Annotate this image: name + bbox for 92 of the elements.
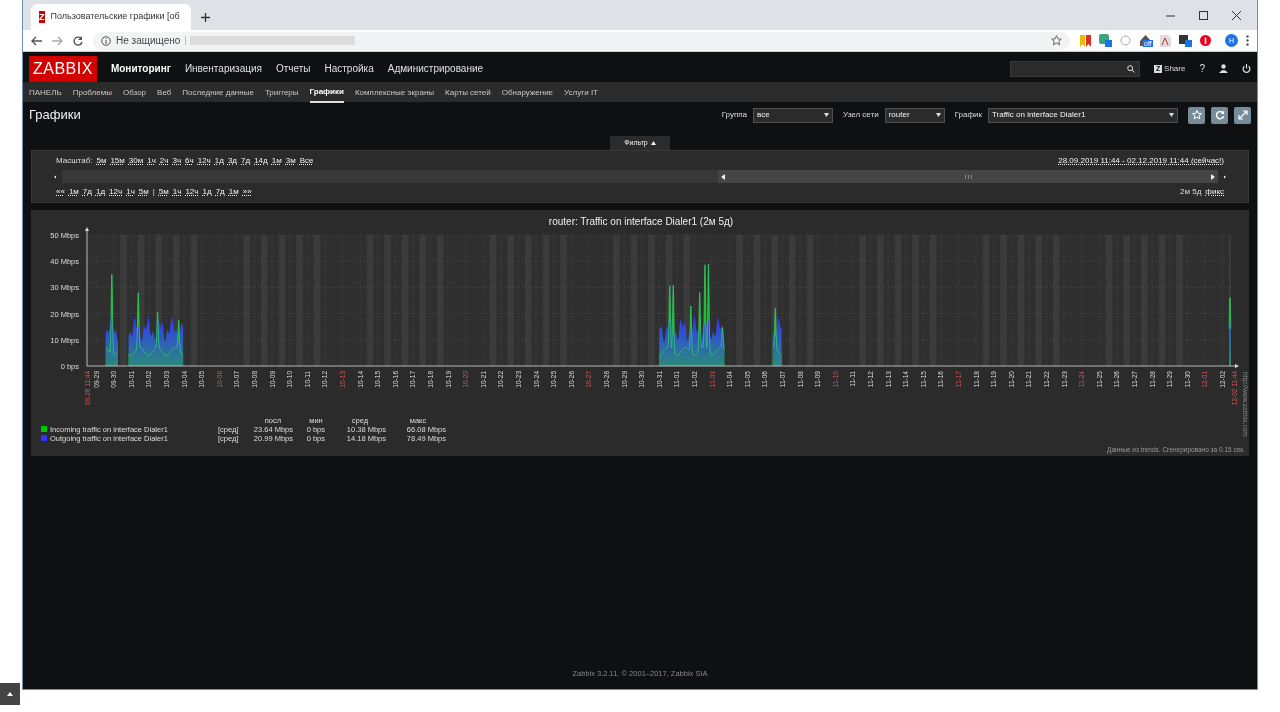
zoom-label: Масштаб: bbox=[56, 155, 93, 167]
back-icon[interactable] bbox=[31, 35, 42, 46]
graph-title: router: Traffic on interface Dialer1 (2м 5д) bbox=[548, 216, 734, 227]
nav-tab[interactable]: Услуги IT bbox=[564, 82, 598, 102]
zoom-link[interactable]: 7д bbox=[241, 155, 251, 167]
extension-icon[interactable] bbox=[1179, 34, 1192, 47]
period-forward-link[interactable]: 5м bbox=[158, 186, 169, 198]
period-forward-link[interactable]: »» bbox=[242, 186, 252, 198]
help-link[interactable]: ? bbox=[1199, 61, 1205, 76]
nav-tab[interactable]: Обзор bbox=[122, 82, 147, 102]
page-title: Графики bbox=[29, 106, 81, 125]
period-back-link[interactable]: 1д bbox=[96, 186, 106, 198]
menu-item[interactable]: Инвентаризация bbox=[184, 61, 262, 76]
scroll-top-button[interactable] bbox=[0, 683, 20, 705]
fixed-link[interactable]: фикс bbox=[1205, 186, 1224, 198]
nav-tab[interactable]: Обнаружение bbox=[501, 82, 554, 102]
fullscreen-button[interactable] bbox=[1234, 106, 1251, 124]
zoom-link[interactable]: 2ч bbox=[159, 155, 169, 167]
period-slider-handle[interactable] bbox=[718, 170, 1218, 183]
zoom-link[interactable]: 12ч bbox=[197, 155, 211, 167]
caret-icon bbox=[935, 113, 941, 117]
menu-item[interactable]: Настройка bbox=[324, 61, 374, 76]
zoom-link[interactable]: 15м bbox=[110, 155, 125, 167]
nav-tab[interactable]: Карты сетей bbox=[445, 82, 491, 102]
zoom-link[interactable]: 5м bbox=[96, 155, 107, 167]
period-forward-link[interactable]: 12ч bbox=[185, 186, 199, 198]
browser-tab[interactable]: Z Пользовательские графики [об bbox=[31, 4, 191, 30]
period-back-link[interactable]: 1м bbox=[68, 186, 79, 198]
period-back-link[interactable]: 1ч bbox=[126, 186, 135, 198]
search-icon[interactable] bbox=[1127, 64, 1136, 73]
nav-tab[interactable]: Триггеры bbox=[264, 82, 299, 102]
period-back-link[interactable]: 12ч bbox=[109, 186, 123, 198]
period-back-link[interactable]: «« bbox=[56, 186, 65, 198]
pdf-extension-icon[interactable] bbox=[1160, 34, 1171, 47]
caret-icon bbox=[1169, 113, 1174, 117]
refresh-button[interactable] bbox=[1211, 106, 1228, 124]
close-icon[interactable] bbox=[1232, 10, 1241, 20]
period-forward-link[interactable]: 1м bbox=[228, 186, 239, 198]
bookmark-extension-icon[interactable] bbox=[1080, 34, 1091, 47]
nav-tab[interactable]: Последние данные bbox=[182, 82, 254, 102]
select-field[interactable]: все bbox=[753, 107, 834, 123]
period-back-link[interactable]: 5м bbox=[138, 186, 149, 198]
user-icon[interactable] bbox=[1219, 64, 1228, 73]
period-forward-link[interactable]: 7д bbox=[215, 186, 225, 198]
nav-tab[interactable]: Веб bbox=[157, 82, 172, 102]
security-label: Не защищено bbox=[116, 34, 181, 48]
power-icon[interactable] bbox=[1242, 64, 1251, 73]
search-field[interactable] bbox=[1010, 60, 1141, 77]
period-back-link[interactable]: 7д bbox=[82, 186, 92, 198]
logo[interactable]: ZABBIX bbox=[29, 55, 97, 82]
select-field[interactable]: router bbox=[884, 107, 945, 123]
select-field[interactable]: Traffic on interface Dialer1 bbox=[988, 107, 1178, 123]
info-icon[interactable] bbox=[101, 35, 111, 46]
reload-icon[interactable] bbox=[73, 35, 83, 46]
field-label: Узел сети bbox=[843, 109, 879, 121]
nav-tab[interactable]: Проблемы bbox=[72, 82, 112, 102]
favourite-button[interactable] bbox=[1188, 106, 1205, 124]
field-label: График bbox=[954, 109, 982, 121]
right-arrow-icon bbox=[1224, 173, 1226, 180]
zoom-link[interactable]: 14д bbox=[254, 155, 268, 167]
maximize-icon[interactable] bbox=[1199, 10, 1208, 20]
nav-tab[interactable]: Комплексные экраны bbox=[354, 82, 435, 102]
zoom-link[interactable]: 3д bbox=[227, 155, 238, 167]
favicon: Z bbox=[39, 11, 45, 23]
tab-title: Пользовательские графики [об bbox=[50, 10, 180, 24]
zoom-link[interactable]: 1м bbox=[271, 155, 282, 167]
left-arrow-icon bbox=[54, 173, 56, 180]
new-tab-icon[interactable] bbox=[201, 13, 210, 22]
up-arrow-icon bbox=[7, 692, 13, 696]
date-range-link[interactable]: 28.09.2019 11:44 - 02.12.2019 11:44 (сейчас!) bbox=[1058, 155, 1224, 167]
nav-tab[interactable]: Графики bbox=[309, 81, 344, 103]
period-label: 2м 5д bbox=[1180, 186, 1202, 198]
separator: | bbox=[152, 186, 155, 198]
zoom-link[interactable]: 3м bbox=[285, 155, 296, 167]
zoom-link[interactable]: 6ч bbox=[185, 155, 194, 167]
zoom-link[interactable]: 1д bbox=[214, 155, 224, 167]
zoom-link[interactable]: 30м bbox=[128, 155, 144, 167]
menu-item[interactable]: Администрирование bbox=[387, 61, 484, 76]
pin-extension-icon[interactable] bbox=[1200, 35, 1211, 46]
zoom-link[interactable]: 1ч bbox=[147, 155, 156, 167]
menu-item[interactable]: Мониторинг bbox=[110, 61, 171, 76]
nav-tab[interactable]: ПАНЕЛЬ bbox=[29, 82, 62, 102]
menu-icon[interactable] bbox=[1246, 35, 1249, 46]
zoom-link[interactable]: Все bbox=[299, 155, 314, 167]
collapse-icon[interactable] bbox=[650, 141, 656, 145]
period-forward-link[interactable]: 1ч bbox=[172, 186, 182, 198]
zoom-link[interactable]: 3ч bbox=[172, 155, 182, 167]
period-forward-link[interactable]: 1д bbox=[202, 186, 212, 198]
star-icon[interactable] bbox=[1051, 35, 1062, 46]
menu-item[interactable]: Отчеты bbox=[275, 61, 311, 76]
caret-icon bbox=[824, 113, 830, 117]
field-label: Группа bbox=[721, 109, 748, 121]
